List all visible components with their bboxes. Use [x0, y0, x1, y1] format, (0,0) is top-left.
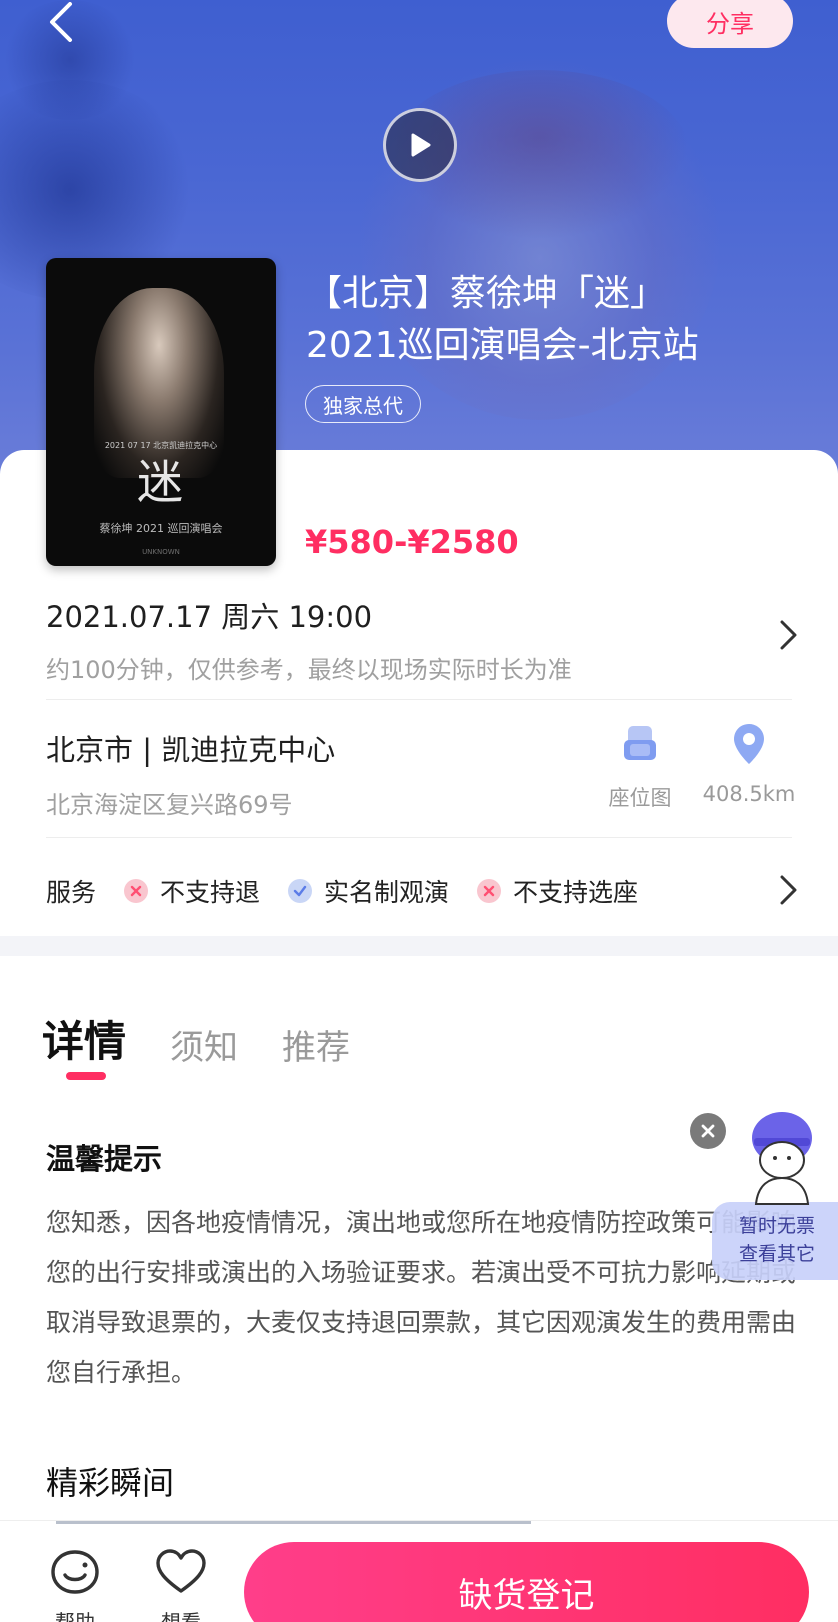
- media-strip: [56, 1521, 531, 1524]
- out-of-stock-register-button[interactable]: 缺货登记: [244, 1542, 809, 1622]
- event-poster[interactable]: 2021 07 17 北京凯迪拉克中心 迷 蔡徐坤 2021 巡回演唱会 UNK…: [46, 258, 276, 566]
- cross-icon: [477, 879, 502, 903]
- back-button[interactable]: [44, 2, 84, 42]
- venue-name: 北京市 | 凯迪拉克中心: [46, 733, 336, 767]
- tab-notice[interactable]: 须知: [170, 1020, 238, 1069]
- highlights-title: 精彩瞬间: [46, 1464, 175, 1502]
- event-title-line2: 2021巡回演唱会-北京站: [306, 325, 699, 366]
- poster-title: 迷: [137, 455, 185, 509]
- tab-recommend[interactable]: 推荐: [282, 1020, 350, 1069]
- notice-title: 温馨提示: [46, 1142, 163, 1176]
- want-label: 想看: [161, 1610, 201, 1622]
- play-icon: [411, 133, 431, 157]
- tab-details[interactable]: 详情: [42, 1008, 126, 1069]
- heart-icon: [156, 1549, 206, 1593]
- check-icon: [288, 879, 313, 903]
- venue-row[interactable]: 北京市 | 凯迪拉克中心 北京海淀区复兴路69号: [46, 727, 335, 820]
- no-ticket-helper[interactable]: 暂时无票 查看其它: [712, 1202, 838, 1280]
- map-location-button[interactable]: 408.5km: [694, 722, 804, 806]
- helper-line2: 查看其它: [738, 1243, 815, 1265]
- chevron-right-icon[interactable]: [778, 618, 800, 652]
- venue-address: 北京海淀区复兴路69号: [46, 791, 293, 819]
- divider: [46, 837, 792, 838]
- services-label: 服务: [46, 878, 97, 907]
- chevron-left-icon: [50, 2, 72, 42]
- event-title: 【北京】蔡徐坤「迷」 2021巡回演唱会-北京站: [306, 268, 806, 372]
- location-pin-icon: [734, 724, 764, 764]
- want-to-see-button[interactable]: 想看: [151, 1548, 211, 1622]
- poster-english: UNKNOWN: [142, 548, 180, 556]
- help-label: 帮助: [55, 1610, 95, 1622]
- event-datetime: 2021.07.17 周六 19:00: [46, 600, 373, 634]
- price-range: ¥580-¥2580: [305, 523, 519, 561]
- share-button[interactable]: 分享: [667, 0, 793, 48]
- notice-body: 您知悉，因各地疫情情况，演出地或您所在地疫情防控政策可能影响您的出行安排或演出的…: [46, 1208, 797, 1387]
- divider: [46, 699, 792, 700]
- seat-map-label: 座位图: [608, 786, 672, 810]
- mascot-icon[interactable]: [748, 1108, 816, 1208]
- poster-subtitle-bottom: 蔡徐坤 2021 巡回演唱会: [99, 522, 223, 535]
- services-row[interactable]: 服务 不支持退 实名制观演 不支持选座: [46, 873, 638, 909]
- bottom-bar-divider: [0, 1520, 838, 1521]
- detail-tabs: 详情 须知 推荐: [42, 1008, 394, 1069]
- chevron-right-icon[interactable]: [778, 873, 800, 907]
- active-tab-indicator: [66, 1072, 106, 1080]
- service-item-no-seat-selection: 不支持选座: [477, 873, 638, 909]
- seat-map-button[interactable]: 座位图: [600, 722, 680, 812]
- exclusive-tag: 独家总代: [305, 385, 421, 423]
- section-gap: [0, 936, 838, 956]
- help-button[interactable]: 帮助: [45, 1548, 105, 1622]
- play-video-button[interactable]: [383, 108, 457, 182]
- distance-label: 408.5km: [702, 782, 796, 806]
- event-title-line1: 【北京】蔡徐坤「迷」: [306, 273, 667, 314]
- close-helper-button[interactable]: [690, 1113, 726, 1149]
- seat-icon: [624, 726, 656, 760]
- help-icon: [51, 1550, 99, 1594]
- service-item-no-refund: 不支持退: [124, 873, 260, 909]
- schedule-row[interactable]: 2021.07.17 周六 19:00 约100分钟，仅供参考，最终以现场实际时…: [46, 594, 572, 685]
- close-icon: [701, 1124, 715, 1138]
- duration-note: 约100分钟，仅供参考，最终以现场实际时长为准: [46, 656, 572, 684]
- cross-icon: [124, 879, 149, 903]
- service-item-real-name: 实名制观演: [288, 873, 449, 909]
